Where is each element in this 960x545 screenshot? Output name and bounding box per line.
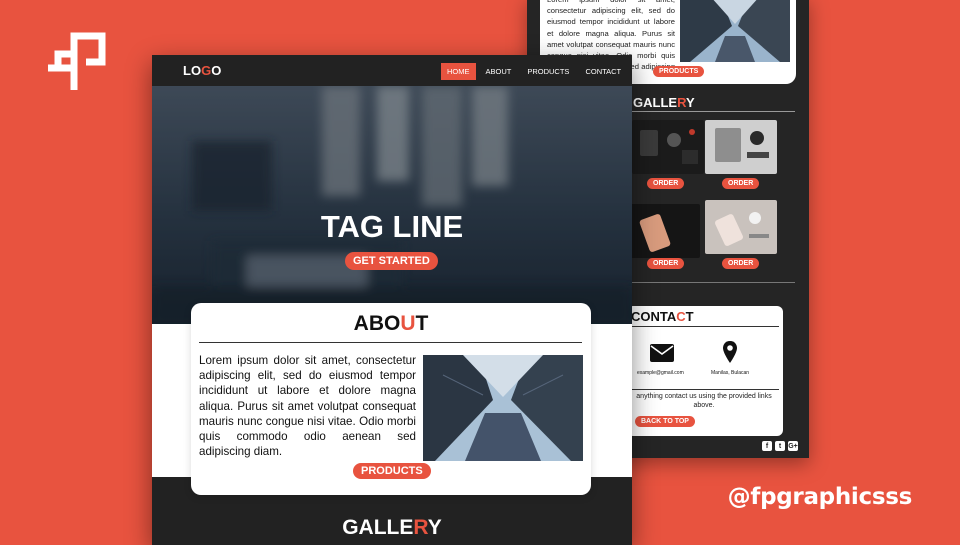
gallery-image bbox=[632, 120, 704, 174]
divider bbox=[627, 111, 795, 112]
back-gallery-title: GALLERY bbox=[633, 95, 695, 110]
fp-monogram-icon bbox=[48, 32, 106, 90]
envelope-icon bbox=[650, 344, 674, 362]
back-products-button[interactable]: PRODUCTS bbox=[653, 66, 705, 77]
gallery-title: GALLERY bbox=[342, 516, 442, 539]
order-button[interactable]: ORDER bbox=[647, 258, 685, 269]
front-page-preview: LOGO HOME ABOUT PRODUCTS CONTACT TAG LIN… bbox=[152, 55, 632, 545]
back-to-top-button[interactable]: BACK TO TOP bbox=[635, 416, 695, 427]
nav-item-home[interactable]: HOME bbox=[441, 63, 476, 80]
back-contact-card: CONTACT example@gmail.com Manilas, Bulac… bbox=[627, 306, 783, 436]
contact-note: anything contact us using the provided l… bbox=[636, 393, 772, 409]
nav-item-about[interactable]: ABOUT bbox=[480, 63, 518, 80]
about-image bbox=[423, 355, 583, 461]
back-about-image bbox=[680, 0, 790, 62]
order-button[interactable]: ORDER bbox=[647, 178, 685, 189]
about-text: Lorem ipsum dolor sit amet, consectetur … bbox=[199, 354, 416, 459]
gallery-image bbox=[705, 120, 777, 174]
site-logo[interactable]: LOGO bbox=[183, 63, 221, 78]
nav-menu: HOME ABOUT PRODUCTS CONTACT bbox=[441, 63, 631, 80]
divider bbox=[631, 326, 779, 327]
social-links: f t G+ bbox=[762, 441, 798, 451]
products-button[interactable]: PRODUCTS bbox=[353, 463, 431, 479]
contact-location: Manilas, Bulacan bbox=[711, 370, 750, 376]
gallery-image bbox=[628, 204, 700, 258]
divider bbox=[199, 342, 582, 343]
about-card: ABOUT Lorem ipsum dolor sit amet, consec… bbox=[191, 303, 591, 495]
get-started-button[interactable]: GET STARTED bbox=[345, 252, 438, 270]
contact-title: CONTACT bbox=[631, 309, 694, 324]
contact-email[interactable]: example@gmail.com bbox=[637, 370, 684, 376]
hero-background-image bbox=[152, 86, 632, 324]
hero-section: TAG LINE GET STARTED bbox=[152, 86, 632, 324]
nav-item-contact[interactable]: CONTACT bbox=[579, 63, 627, 80]
hero-tagline: TAG LINE bbox=[320, 209, 464, 244]
order-button[interactable]: ORDER bbox=[722, 258, 760, 269]
facebook-icon[interactable]: f bbox=[762, 441, 772, 451]
twitter-icon[interactable]: t bbox=[775, 441, 785, 451]
gallery-image bbox=[705, 200, 777, 254]
social-handle: @fpgraphicsss bbox=[727, 484, 913, 510]
google-plus-icon[interactable]: G+ bbox=[788, 441, 798, 451]
order-button[interactable]: ORDER bbox=[722, 178, 760, 189]
divider bbox=[627, 282, 795, 283]
top-navbar: LOGO HOME ABOUT PRODUCTS CONTACT bbox=[152, 55, 632, 86]
nav-item-products[interactable]: PRODUCTS bbox=[521, 63, 575, 80]
about-title: ABOUT bbox=[353, 312, 429, 335]
divider bbox=[631, 389, 779, 390]
location-pin-icon bbox=[723, 341, 737, 363]
